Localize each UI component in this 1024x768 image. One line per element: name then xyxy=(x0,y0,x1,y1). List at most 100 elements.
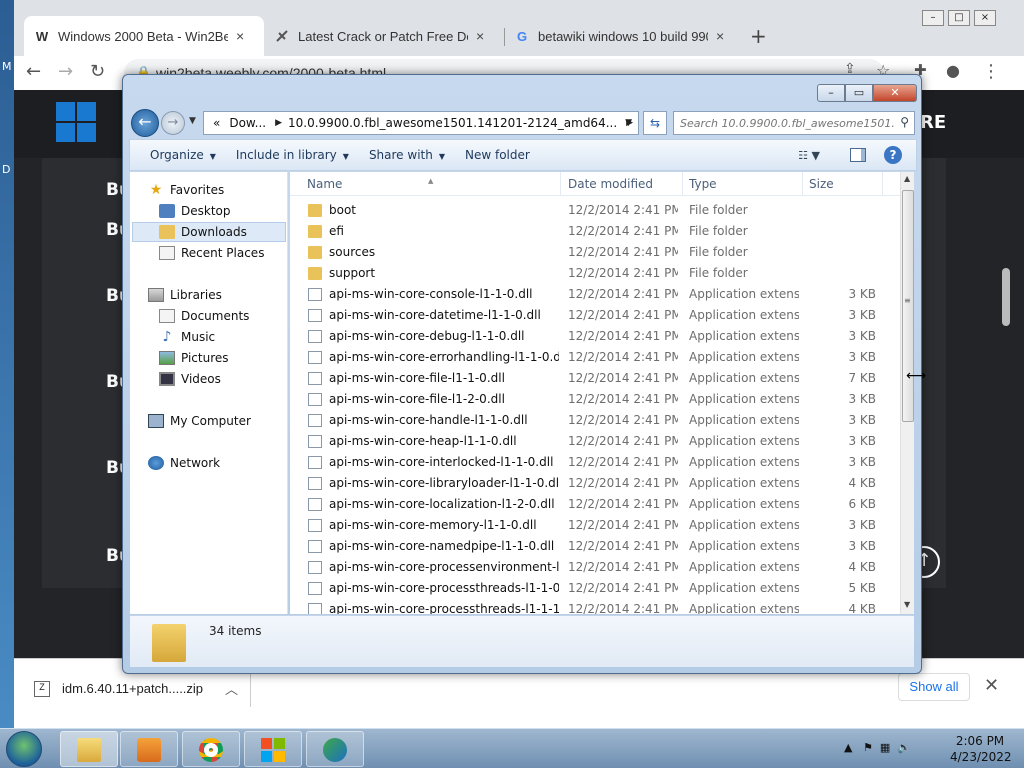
tab-close-icon[interactable]: × xyxy=(476,28,484,44)
nav-favorites[interactable]: ★ Favorites xyxy=(148,180,278,200)
help-icon[interactable]: ? xyxy=(884,146,902,164)
explorer-close-button[interactable]: ✕ xyxy=(873,84,917,102)
include-in-library-button[interactable]: Include in library ▼ xyxy=(236,148,349,162)
back-button[interactable]: ← xyxy=(131,109,159,137)
file-row[interactable]: api-ms-win-core-processthreads-l1-1-0.dl… xyxy=(290,578,902,599)
download-item[interactable]: Z idm.6.40.11+patch.....zip ︿ xyxy=(34,679,238,698)
tab-win2beta[interactable]: W Windows 2000 Beta - Win2Beta × xyxy=(24,16,264,56)
nav-downloads[interactable]: Downloads xyxy=(132,222,286,242)
file-row[interactable]: api-ms-win-core-file-l1-1-0.dll 12/2/2014… xyxy=(290,368,902,389)
file-row[interactable]: api-ms-win-core-memory-l1-1-0.dll 12/2/20… xyxy=(290,515,902,536)
taskbar-chrome[interactable] xyxy=(182,731,240,767)
file-row[interactable]: boot 12/2/2014 2:41 PM File folder xyxy=(290,200,902,221)
search-icon[interactable]: ⚲ xyxy=(900,115,909,129)
refresh-icon[interactable]: ⇆ xyxy=(643,111,667,135)
explorer-address-bar[interactable]: « Dow... ▶ 10.0.9900.0.fbl_awesome1501.1… xyxy=(203,111,639,135)
taskbar-windows[interactable] xyxy=(244,731,302,767)
scroll-down-icon[interactable]: ▼ xyxy=(904,600,910,609)
file-row[interactable]: api-ms-win-core-processthreads-l1-1-1.dl… xyxy=(290,599,902,614)
menu-kebab-icon[interactable]: ⋮ xyxy=(982,61,1000,82)
recent-locations-chevron-icon[interactable]: ▼ xyxy=(189,116,196,126)
change-view-icon[interactable]: ☷ ▼ xyxy=(798,149,820,162)
share-with-button[interactable]: Share with ▼ xyxy=(369,148,445,162)
tab-betawiki[interactable]: G betawiki windows 10 build 9900 × xyxy=(504,16,744,56)
close-button[interactable]: × xyxy=(974,10,996,26)
breadcrumb-current-folder[interactable]: 10.0.9900.0.fbl_awesome1501.141201-2124_… xyxy=(288,116,617,130)
taskbar-idm[interactable] xyxy=(306,731,364,767)
nav-desktop[interactable]: Desktop xyxy=(159,201,279,221)
close-downloads-icon[interactable]: ✕ xyxy=(984,675,999,696)
new-folder-button[interactable]: New folder xyxy=(465,148,530,162)
show-all-button[interactable]: Show all xyxy=(898,673,970,701)
column-header-name[interactable]: Name xyxy=(307,177,342,191)
page-scrollbar[interactable] xyxy=(1002,268,1010,326)
column-divider[interactable] xyxy=(882,172,883,196)
profile-avatar-icon[interactable]: ● xyxy=(946,61,960,80)
action-center-flag-icon[interactable]: ⚑ xyxy=(863,741,873,754)
file-row[interactable]: support 12/2/2014 2:41 PM File folder xyxy=(290,263,902,284)
nav-documents[interactable]: Documents xyxy=(159,306,279,326)
file-row[interactable]: api-ms-win-core-handle-l1-1-0.dll 12/2/20… xyxy=(290,410,902,431)
file-row[interactable]: api-ms-win-core-processenvironment-l1...… xyxy=(290,557,902,578)
file-row[interactable]: api-ms-win-core-heap-l1-1-0.dll 12/2/2014… xyxy=(290,431,902,452)
search-input[interactable] xyxy=(680,115,894,131)
scroll-up-icon[interactable]: ▲ xyxy=(904,174,910,183)
clock[interactable]: 2:06 PM 4/23/2022 xyxy=(950,733,1012,765)
column-header-type[interactable]: Type xyxy=(689,177,717,191)
start-button[interactable] xyxy=(6,731,42,767)
forward-arrow-icon[interactable]: → xyxy=(58,61,73,82)
nav-pictures[interactable]: Pictures xyxy=(159,348,279,368)
organize-button[interactable]: Organize ▼ xyxy=(150,148,216,162)
column-divider[interactable] xyxy=(682,172,683,196)
file-row[interactable]: api-ms-win-core-debug-l1-1-0.dll 12/2/201… xyxy=(290,326,902,347)
tab-strip: W Windows 2000 Beta - Win2Beta × Latest … xyxy=(14,0,1024,56)
file-list-scrollbar[interactable]: ▲ ≡ ▼ xyxy=(900,172,914,614)
chevron-up-icon[interactable]: ︿ xyxy=(225,679,238,698)
nav-recent-places[interactable]: Recent Places xyxy=(159,243,287,263)
forward-button[interactable]: → xyxy=(161,111,185,135)
show-hidden-icons-icon[interactable]: ▲ xyxy=(844,741,852,754)
file-row[interactable]: api-ms-win-core-libraryloader-l1-1-0.dll… xyxy=(290,473,902,494)
reload-icon[interactable]: ↻ xyxy=(90,61,105,82)
address-dropdown-icon[interactable]: ▼ xyxy=(625,118,632,128)
explorer-minimize-button[interactable]: – xyxy=(817,84,845,102)
column-header-date[interactable]: Date modified xyxy=(568,177,653,191)
column-header-size[interactable]: Size xyxy=(809,177,834,191)
minimize-button[interactable]: – xyxy=(922,10,944,26)
nav-libraries[interactable]: Libraries xyxy=(148,285,278,305)
nav-videos[interactable]: Videos xyxy=(159,369,279,389)
breadcrumb-downloads[interactable]: Dow... xyxy=(229,116,266,130)
column-divider[interactable] xyxy=(560,172,561,196)
file-name: api-ms-win-core-namedpipe-l1-1-0.dll xyxy=(329,539,555,553)
preview-pane-icon[interactable] xyxy=(850,148,866,162)
new-tab-button[interactable]: + xyxy=(750,24,767,48)
file-row[interactable]: api-ms-win-core-localization-l1-2-0.dll 1… xyxy=(290,494,902,515)
volume-icon[interactable]: 🔈 xyxy=(897,741,911,754)
scroll-thumb[interactable] xyxy=(902,190,914,422)
taskbar-explorer[interactable] xyxy=(60,731,118,767)
column-divider[interactable] xyxy=(802,172,803,196)
file-row[interactable]: api-ms-win-core-datetime-l1-1-0.dll 12/2/… xyxy=(290,305,902,326)
share-with-label: Share with xyxy=(368,148,433,162)
maximize-button[interactable]: □ xyxy=(948,10,970,26)
nav-network[interactable]: Network xyxy=(148,453,278,473)
file-row[interactable]: efi 12/2/2014 2:41 PM File folder xyxy=(290,221,902,242)
file-row[interactable]: api-ms-win-core-file-l1-2-0.dll 12/2/2014… xyxy=(290,389,902,410)
taskbar-media-player[interactable] xyxy=(120,731,178,767)
file-row[interactable]: api-ms-win-core-namedpipe-l1-1-0.dll 12/2… xyxy=(290,536,902,557)
explorer-maximize-button[interactable]: ▭ xyxy=(845,84,873,102)
tab-crack-patch[interactable]: Latest Crack or Patch Free Downl × xyxy=(264,16,504,56)
file-row[interactable]: api-ms-win-core-errorhandling-l1-1-0.dll… xyxy=(290,347,902,368)
breadcrumb-overflow[interactable]: « xyxy=(213,116,220,130)
nav-my-computer[interactable]: My Computer xyxy=(148,411,278,431)
tab-close-icon[interactable]: × xyxy=(716,28,724,44)
back-arrow-icon[interactable]: ← xyxy=(26,61,41,82)
breadcrumb-arrow-icon[interactable]: ▶ xyxy=(275,118,282,128)
file-row[interactable]: sources 12/2/2014 2:41 PM File folder xyxy=(290,242,902,263)
file-row[interactable]: api-ms-win-core-console-l1-1-0.dll 12/2/2… xyxy=(290,284,902,305)
tab-close-icon[interactable]: × xyxy=(236,28,244,44)
nav-music[interactable]: ♪ Music xyxy=(159,327,279,347)
network-status-icon[interactable]: ▦ xyxy=(880,741,890,754)
file-name: api-ms-win-core-localization-l1-2-0.dll xyxy=(329,497,555,511)
file-row[interactable]: api-ms-win-core-interlocked-l1-1-0.dll 12… xyxy=(290,452,902,473)
